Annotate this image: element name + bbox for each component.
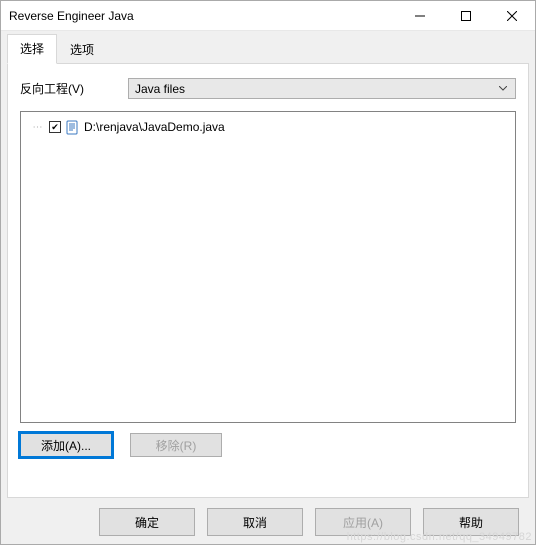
tree-item[interactable]: ⋯ ✔ D:\renjava\JavaDemo.java xyxy=(29,118,507,136)
tab-options[interactable]: 选项 xyxy=(57,35,107,64)
tree-item-checkbox[interactable]: ✔ xyxy=(49,121,61,133)
client-area: 选择 选项 反向工程(V) Java files ⋯ ✔ xyxy=(1,31,535,544)
tree-item-label: D:\renjava\JavaDemo.java xyxy=(84,120,225,134)
java-file-icon xyxy=(65,120,80,135)
minimize-button[interactable] xyxy=(397,1,443,31)
maximize-icon xyxy=(461,11,471,21)
cancel-button[interactable]: 取消 xyxy=(207,508,303,536)
close-icon xyxy=(507,11,517,21)
window-title: Reverse Engineer Java xyxy=(9,9,397,23)
maximize-button[interactable] xyxy=(443,1,489,31)
help-button[interactable]: 帮助 xyxy=(423,508,519,536)
tree-actions: 添加(A)... 移除(R) xyxy=(20,433,516,457)
tree-connector-icon: ⋯ xyxy=(29,122,45,133)
tab-strip: 选择 选项 xyxy=(7,37,529,63)
reverse-label: 反向工程(V) xyxy=(20,80,100,97)
dialog-footer: 确定 取消 应用(A) 帮助 xyxy=(7,498,529,536)
close-button[interactable] xyxy=(489,1,535,31)
chevron-down-icon xyxy=(497,86,509,91)
minimize-icon xyxy=(415,11,425,21)
remove-button: 移除(R) xyxy=(130,433,222,457)
reverse-row: 反向工程(V) Java files xyxy=(20,78,516,99)
file-type-dropdown[interactable]: Java files xyxy=(128,78,516,99)
dialog-window: Reverse Engineer Java 选择 选项 反向工程(V) Java… xyxy=(0,0,536,545)
tab-panel-select: 反向工程(V) Java files ⋯ ✔ xyxy=(7,63,529,498)
dropdown-value: Java files xyxy=(135,82,497,96)
file-tree[interactable]: ⋯ ✔ D:\renjava\JavaDemo.java xyxy=(20,111,516,423)
ok-button[interactable]: 确定 xyxy=(99,508,195,536)
title-bar: Reverse Engineer Java xyxy=(1,1,535,31)
add-button[interactable]: 添加(A)... xyxy=(20,433,112,457)
tab-select[interactable]: 选择 xyxy=(7,34,57,64)
apply-button: 应用(A) xyxy=(315,508,411,536)
